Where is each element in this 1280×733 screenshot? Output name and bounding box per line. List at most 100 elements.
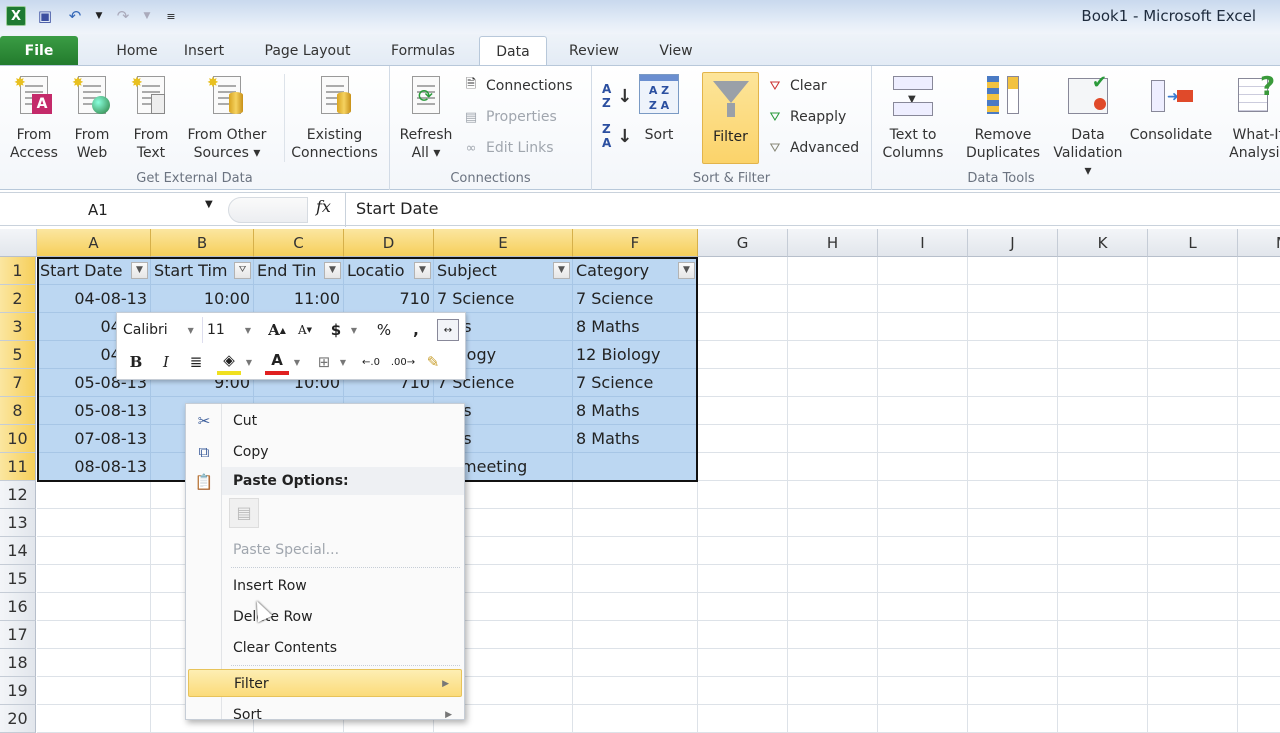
filter-dropdown-icon[interactable]: ▼ [414, 262, 431, 279]
filter-dropdown-icon[interactable]: ▼ [678, 262, 695, 279]
table-cell[interactable]: 07-08-13 [37, 425, 151, 453]
font-color-icon[interactable]: A [265, 349, 289, 375]
table-cell[interactable] [37, 593, 151, 621]
undo-icon[interactable]: ↶ [64, 5, 86, 27]
table-cell[interactable] [968, 481, 1058, 509]
row-header[interactable]: 10 [0, 425, 36, 453]
column-header[interactable]: G [698, 229, 788, 257]
formula-bar-splitter[interactable] [228, 197, 308, 223]
sort-ascending-button[interactable]: A Z ↓ [602, 82, 632, 110]
menu-item-clear-contents[interactable]: Clear Contents [186, 634, 464, 662]
table-cell[interactable] [788, 705, 878, 733]
table-cell[interactable] [1058, 285, 1148, 313]
menu-item-delete-row[interactable]: Delete Row [186, 603, 464, 631]
row-header[interactable]: 18 [0, 649, 36, 677]
table-cell[interactable] [1148, 621, 1238, 649]
consolidate-button[interactable]: ➜ Consolidate [1128, 74, 1214, 144]
tab-file[interactable]: File [0, 36, 78, 66]
table-cell[interactable] [1148, 649, 1238, 677]
column-header[interactable]: J [968, 229, 1058, 257]
table-cell[interactable] [968, 593, 1058, 621]
row-header[interactable]: 8 [0, 397, 36, 425]
select-all-corner[interactable] [0, 229, 37, 257]
table-cell[interactable] [788, 285, 878, 313]
table-cell[interactable] [968, 565, 1058, 593]
table-cell[interactable] [1148, 705, 1238, 733]
table-cell[interactable] [968, 341, 1058, 369]
decrease-decimal-icon[interactable]: .00→ [389, 349, 417, 375]
table-cell[interactable] [573, 621, 698, 649]
table-cell[interactable] [968, 257, 1058, 285]
row-header[interactable]: 2 [0, 285, 36, 313]
column-header[interactable]: A [37, 229, 151, 257]
table-cell[interactable] [573, 537, 698, 565]
table-cell[interactable] [1148, 397, 1238, 425]
table-cell[interactable]: 05-08-13 [37, 397, 151, 425]
table-cell[interactable] [37, 705, 151, 733]
table-cell[interactable] [698, 397, 788, 425]
table-cell[interactable] [1238, 705, 1280, 733]
table-cell[interactable] [1238, 677, 1280, 705]
tab-formulas[interactable]: Formulas [380, 36, 466, 66]
table-cell[interactable] [698, 341, 788, 369]
name-box-dropdown-icon[interactable]: ▼ [205, 199, 213, 210]
reapply-button[interactable]: ⛛ Reapply [766, 105, 847, 129]
column-header[interactable]: B [151, 229, 254, 257]
table-cell[interactable] [698, 257, 788, 285]
column-header[interactable]: F [573, 229, 698, 257]
table-cell[interactable]: 11:00 [254, 285, 344, 313]
from-access-button[interactable]: ✸ A From Access [6, 74, 62, 162]
shrink-font-icon[interactable]: A ▼ [293, 317, 317, 343]
table-cell[interactable] [878, 341, 968, 369]
formula-input[interactable]: Start Date [345, 193, 1280, 227]
table-cell[interactable]: 710 [344, 285, 434, 313]
italic-icon[interactable]: I [155, 349, 177, 375]
table-cell[interactable] [698, 621, 788, 649]
what-if-analysis-button[interactable]: ? What-If Analysis [1218, 74, 1280, 162]
table-cell[interactable] [878, 453, 968, 481]
table-cell[interactable] [878, 369, 968, 397]
table-cell[interactable]: 12 Biology [573, 341, 698, 369]
table-cell[interactable] [968, 313, 1058, 341]
row-header[interactable]: 1 [0, 257, 36, 285]
table-cell[interactable] [788, 313, 878, 341]
table-cell[interactable] [698, 705, 788, 733]
filter-dropdown-icon[interactable]: ▼ [553, 262, 570, 279]
table-cell[interactable] [1238, 397, 1280, 425]
table-cell[interactable] [1058, 677, 1148, 705]
table-cell[interactable] [1148, 285, 1238, 313]
table-cell[interactable] [788, 369, 878, 397]
table-cell[interactable] [1058, 565, 1148, 593]
table-cell[interactable] [37, 621, 151, 649]
table-cell[interactable] [37, 677, 151, 705]
save-icon[interactable]: ▣ [34, 5, 56, 27]
sort-button[interactable]: A ZZ A Sort [636, 74, 682, 144]
from-text-button[interactable]: ✸ From Text [124, 74, 178, 162]
table-cell[interactable] [1148, 257, 1238, 285]
table-cell[interactable] [1238, 565, 1280, 593]
table-cell[interactable] [878, 397, 968, 425]
sort-descending-button[interactable]: Z A ↓ [602, 122, 632, 150]
table-cell[interactable] [788, 453, 878, 481]
table-cell[interactable] [1238, 481, 1280, 509]
table-cell[interactable] [1058, 705, 1148, 733]
merge-center-icon[interactable]: ↔ [437, 319, 459, 341]
tab-view[interactable]: View [645, 36, 707, 66]
menu-item-sort[interactable]: Sort ▶ [186, 701, 464, 729]
table-cell[interactable] [968, 397, 1058, 425]
table-cell[interactable] [1058, 257, 1148, 285]
center-align-icon[interactable]: ≣ [185, 349, 207, 375]
from-other-sources-button[interactable]: ✸ From Other Sources ▾ [184, 74, 270, 162]
table-cell[interactable] [878, 285, 968, 313]
table-cell[interactable] [878, 677, 968, 705]
table-cell[interactable] [37, 649, 151, 677]
table-cell[interactable] [698, 509, 788, 537]
currency-dropdown-icon[interactable]: ▼ [347, 317, 361, 343]
table-cell[interactable] [968, 649, 1058, 677]
table-cell[interactable]: 8 Maths [573, 425, 698, 453]
table-cell[interactable] [1148, 509, 1238, 537]
table-cell[interactable] [968, 369, 1058, 397]
row-header[interactable]: 17 [0, 621, 36, 649]
table-cell[interactable] [1238, 257, 1280, 285]
table-cell[interactable] [1148, 341, 1238, 369]
